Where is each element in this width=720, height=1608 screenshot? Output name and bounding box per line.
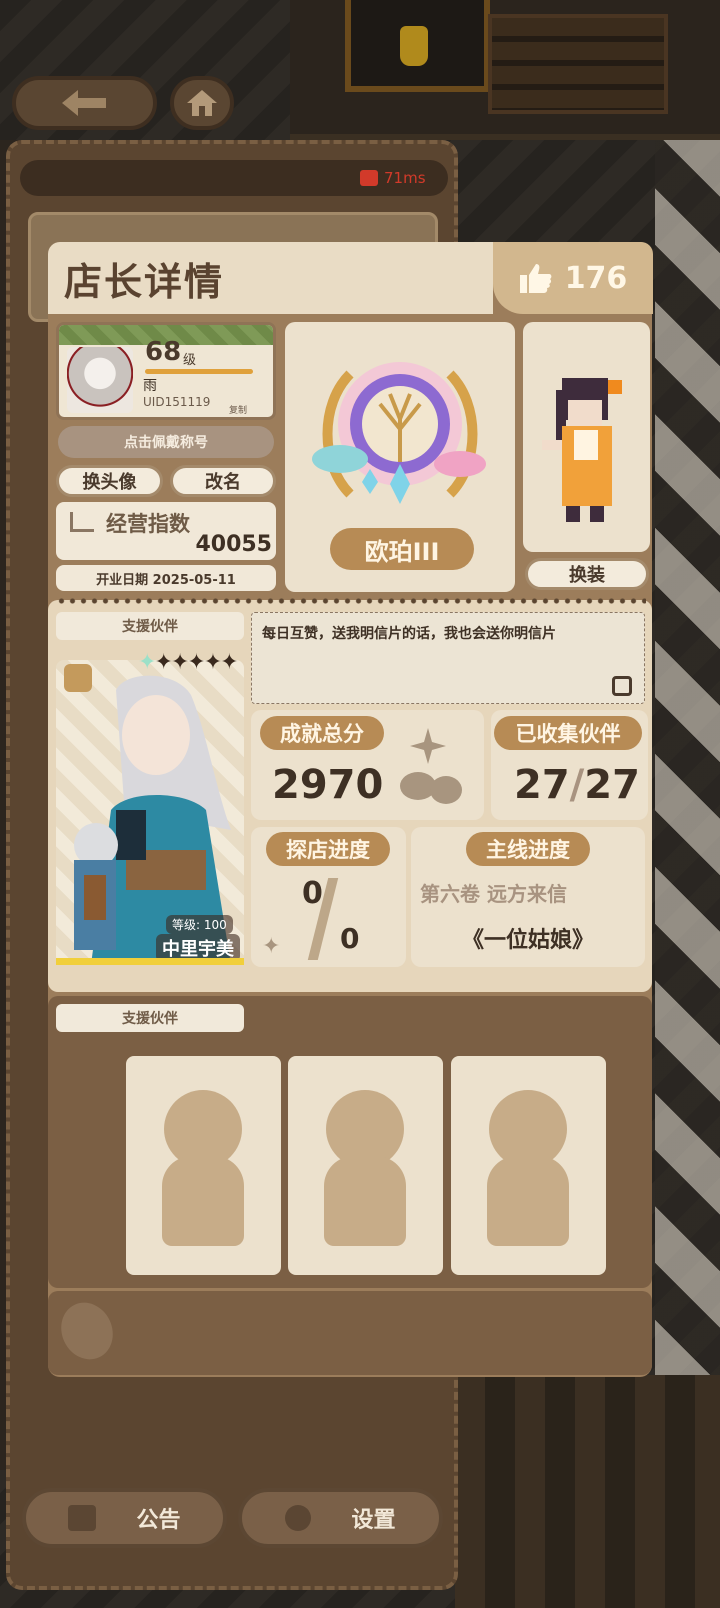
explore-total: 0	[340, 922, 360, 955]
collected-value: 27/27	[514, 762, 640, 808]
thumbs-up-icon	[519, 264, 552, 293]
support-partner-label: 支援伙伴	[56, 612, 244, 640]
home-icon	[187, 90, 217, 116]
back-button[interactable]	[12, 76, 157, 130]
avatar[interactable]	[67, 347, 133, 413]
open-date: 开业日期 2025-05-11	[56, 565, 276, 591]
ping-text: 71ms	[384, 169, 426, 187]
support-slots-label: 支援伙伴	[56, 1004, 244, 1032]
collected-label: 已收集伙伴	[494, 716, 642, 750]
business-index-card: 经营指数 40055	[56, 502, 276, 560]
level-underline	[145, 369, 253, 374]
equip-title-button[interactable]: 点击佩戴称号	[58, 426, 274, 458]
player-uid: UID151119	[143, 395, 211, 409]
signature-box[interactable]: 每日互赞，送我明信片的话，我也会送你明信片	[251, 612, 645, 704]
explore-have: 0	[302, 876, 323, 911]
business-index-value: 40055	[195, 532, 272, 557]
character-sprite	[542, 378, 622, 522]
collected-total: 27	[584, 762, 640, 808]
story-chapter: 《一位姑娘》	[462, 928, 595, 953]
support-slot[interactable]	[126, 1056, 281, 1275]
empty-slot-body	[162, 1156, 244, 1246]
briefcase-icon	[68, 1505, 97, 1531]
modal-footer	[48, 1291, 652, 1375]
change-outfit-button[interactable]: 换装	[525, 558, 649, 590]
background-shelf	[488, 14, 668, 114]
achievement-value: 2970	[272, 762, 384, 808]
settings-label: 设置	[351, 1508, 396, 1533]
signal-icon	[360, 170, 378, 186]
sparkle-icon: ✦	[262, 934, 281, 959]
chart-icon	[70, 512, 94, 532]
rank-emblem-icon	[312, 362, 486, 504]
modal-title: 店长详情	[64, 259, 225, 304]
story-label: 主线进度	[466, 832, 590, 866]
partner-stars: ✦✦✦✦✦✦	[138, 650, 239, 675]
partner-element-icon	[64, 664, 92, 692]
like-button[interactable]: 176	[493, 242, 653, 314]
background-floor	[455, 1375, 720, 1608]
background-pattern	[655, 140, 720, 1540]
notice-label: 公告	[136, 1508, 181, 1533]
copy-uid-button[interactable]: 复制	[229, 403, 247, 416]
signature-text: 每日互赞，送我明信片的话，我也会送你明信片	[262, 626, 556, 642]
partner-level: 等级: 100	[166, 915, 233, 934]
like-count: 176	[564, 260, 628, 296]
achievement-label: 成就总分	[260, 716, 384, 750]
background-key-icon	[400, 26, 428, 66]
edit-icon[interactable]	[612, 676, 632, 696]
explore-label: 探店进度	[266, 832, 390, 866]
rename-button[interactable]: 改名	[170, 465, 276, 497]
partner-rarity-bar	[56, 958, 244, 965]
empty-slot-body	[487, 1156, 569, 1246]
profile-card: 68 级 雨 UID151119 复制	[56, 322, 276, 420]
collected-have: 27	[514, 762, 570, 808]
modal-title-bar: 店长详情	[48, 242, 493, 314]
story-volume: 第六卷 远方来信	[420, 882, 567, 906]
change-avatar-button[interactable]: 换头像	[56, 465, 163, 497]
player-level: 68	[145, 337, 182, 367]
level-unit: 级	[183, 353, 197, 368]
coffee-bean-icon	[400, 728, 462, 804]
arrow-left-icon	[61, 90, 106, 116]
gear-icon	[285, 1505, 312, 1531]
home-button[interactable]	[170, 76, 234, 130]
notice-button[interactable]: 公告	[22, 1488, 227, 1548]
section-divider	[56, 598, 646, 604]
partner-star-row: ✦✦✦✦✦	[154, 650, 238, 675]
player-name: 雨	[143, 378, 157, 394]
support-slot[interactable]	[288, 1056, 443, 1275]
business-index-label: 经营指数	[106, 512, 190, 536]
network-ping: 71ms	[360, 166, 426, 190]
settings-button[interactable]: 设置	[238, 1488, 443, 1548]
rank-name: 欧珀III	[330, 528, 474, 570]
empty-slot-body	[324, 1156, 406, 1246]
support-slot[interactable]	[451, 1056, 606, 1275]
